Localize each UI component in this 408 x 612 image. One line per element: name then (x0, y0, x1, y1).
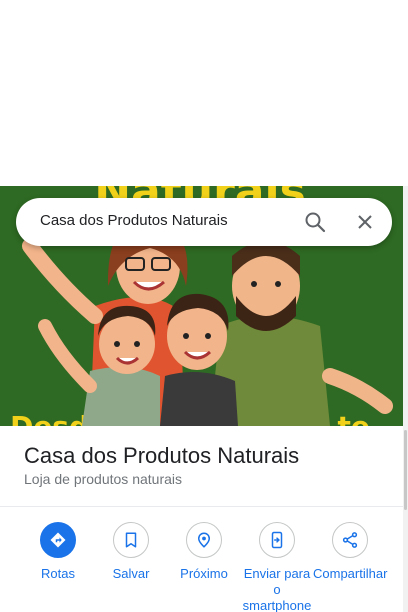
directions-label: Rotas (41, 566, 75, 581)
close-icon[interactable] (353, 210, 377, 234)
send-to-phone-label: Enviar para o smartphone (242, 566, 312, 612)
nearby-button[interactable]: Próximo (167, 522, 241, 582)
nearby-label: Próximo (180, 566, 228, 581)
scrollbar-track[interactable] (403, 186, 408, 612)
bookmark-icon (125, 532, 137, 548)
scrollbar-thumb[interactable] (404, 430, 407, 510)
share-button[interactable]: Compartilhar (313, 522, 387, 582)
send-to-phone-button[interactable]: Enviar para o smartphone (240, 522, 314, 612)
save-button[interactable]: Salvar (94, 522, 168, 582)
directions-icon (50, 532, 66, 548)
place-title: Casa dos Produtos Naturais (24, 443, 300, 468)
blank-area (0, 0, 408, 186)
place-info-panel: Casa dos Produtos Naturais Loja de produ… (0, 426, 403, 612)
share-label: Compartilhar (313, 566, 388, 581)
send-to-phone-icon (271, 531, 283, 549)
share-icon (342, 532, 358, 548)
nearby-icon (197, 532, 211, 548)
directions-button[interactable]: Rotas (21, 522, 95, 582)
save-label: Salvar (112, 566, 150, 581)
search-icon[interactable] (303, 210, 327, 234)
place-category: Loja de produtos naturais (24, 471, 182, 487)
search-bar[interactable]: Casa dos Produtos Naturais (16, 198, 392, 246)
divider (0, 506, 403, 507)
search-input[interactable]: Casa dos Produtos Naturais (40, 212, 228, 229)
